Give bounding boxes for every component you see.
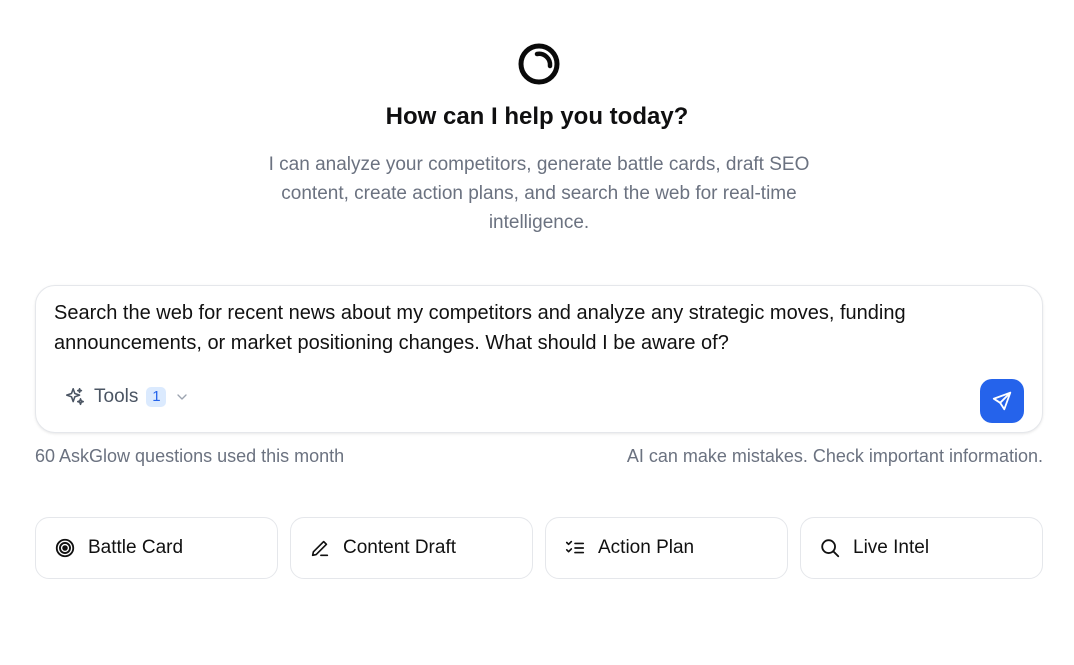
tools-label: Tools — [94, 386, 139, 407]
ring-logo-icon — [518, 43, 560, 85]
chevron-down-icon — [177, 394, 188, 400]
page-title: How can I help you today? — [385, 103, 689, 130]
checklist-icon — [565, 540, 585, 554]
quick-actions: Battle Card Content Draft Action Plan Li… — [35, 517, 1043, 579]
chip-label: Battle Card — [88, 537, 184, 558]
page-subtitle: I can analyze your competitors, generate… — [268, 154, 810, 233]
battle-card-button[interactable]: Battle Card — [35, 517, 278, 579]
send-icon — [992, 391, 1012, 411]
chip-label: Action Plan — [598, 537, 695, 558]
tools-count-badge: 1 — [146, 387, 167, 407]
prompt-input[interactable]: Search the web for recent news about my … — [54, 298, 1029, 362]
chip-label: Content Draft — [343, 537, 456, 558]
pen-icon — [311, 540, 329, 557]
chat-composer: Search the web for recent news about my … — [35, 285, 1043, 433]
search-icon — [821, 539, 840, 558]
chip-label: Live Intel — [853, 537, 930, 558]
ai-disclaimer: AI can make mistakes. Check important in… — [626, 446, 1043, 466]
live-intel-button[interactable]: Live Intel — [800, 517, 1043, 579]
usage-counter: 60 AskGlow questions used this month — [35, 446, 345, 466]
action-plan-button[interactable]: Action Plan — [545, 517, 788, 579]
sparkles-icon — [65, 387, 85, 406]
send-button[interactable] — [980, 379, 1024, 423]
content-draft-button[interactable]: Content Draft — [290, 517, 533, 579]
tools-button[interactable]: Tools 1 — [64, 386, 190, 408]
target-icon — [55, 538, 75, 558]
